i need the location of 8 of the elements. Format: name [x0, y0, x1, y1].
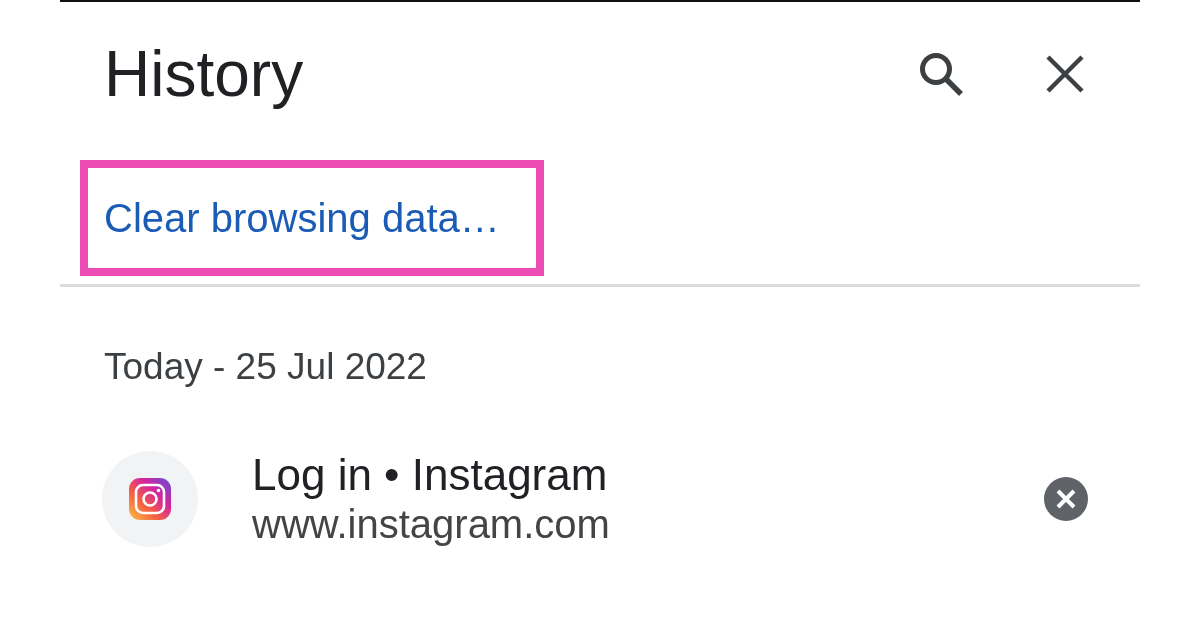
history-item-url: www.instagram.com [252, 501, 610, 547]
history-item-title[interactable]: Log in • Instagram [252, 450, 608, 501]
close-icon[interactable] [1046, 55, 1084, 93]
clear-browsing-data-link[interactable]: Clear browsing data… [104, 198, 500, 238]
camera-logo-icon [102, 450, 198, 547]
search-icon[interactable] [918, 51, 964, 97]
date-heading: Today - 25 Jul 2022 [104, 345, 427, 389]
remove-icon[interactable] [1044, 476, 1088, 521]
